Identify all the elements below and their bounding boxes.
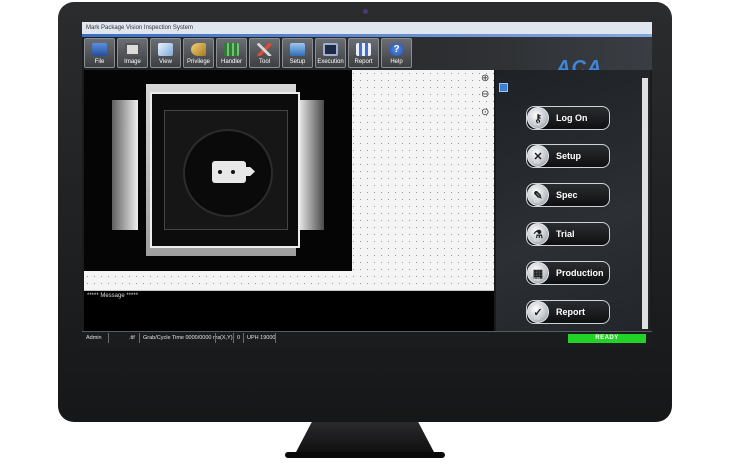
side-panel: ⚷ Log On F4 ✕ Setup F5 ✎ Spec F6 ⚗ Trial…: [496, 70, 650, 331]
status-xy: (X,Y): [220, 335, 233, 341]
menu-label: Execution: [317, 59, 344, 65]
menu-label: Privilege: [186, 59, 210, 65]
window-titlebar[interactable]: Mark Package Vision Inspection System: [82, 22, 652, 34]
view-icon: [158, 43, 173, 56]
package-well: [183, 129, 273, 217]
execution-icon: [323, 43, 338, 56]
key-icon: [191, 43, 206, 56]
help-icon: ?: [389, 43, 404, 56]
menu-setup-button[interactable]: Setup: [282, 38, 313, 68]
window-title: Mark Package Vision Inspection System: [86, 25, 193, 31]
trial-label: Trial: [556, 229, 575, 239]
logon-label: Log On: [556, 113, 588, 123]
status-divider: [275, 333, 276, 343]
fkey-label: F4: [534, 122, 540, 128]
menu-label: Help: [390, 59, 403, 65]
status-divider: [233, 333, 234, 343]
menu-file-button[interactable]: File: [84, 38, 115, 68]
ready-status-badge: READY: [568, 334, 646, 343]
image-highlight: [112, 100, 138, 230]
menu-label: Image: [124, 59, 141, 65]
fkey-label: F7: [534, 238, 540, 244]
menu-view-button[interactable]: View: [150, 38, 181, 68]
message-panel: ***** Message *****: [84, 290, 494, 331]
zoom-fit-icon[interactable]: ⊙: [481, 108, 491, 118]
setup-label: Setup: [556, 151, 582, 161]
status-divider: [108, 333, 109, 343]
monitor-stand-base: [285, 452, 445, 458]
menu-image-button[interactable]: Image: [117, 38, 148, 68]
chip-icon: [224, 43, 239, 56]
status-value: 0: [237, 335, 241, 341]
menu-label: Report: [354, 59, 373, 65]
menu-help-button[interactable]: ? Help: [381, 38, 412, 68]
zoom-in-icon[interactable]: ⊕: [481, 74, 491, 84]
menu-execution-button[interactable]: Execution: [315, 38, 346, 68]
die-tab: [243, 167, 255, 176]
zoom-out-icon[interactable]: ⊖: [481, 90, 491, 100]
webcam: [363, 9, 368, 14]
message-text: ***** Message *****: [87, 293, 139, 299]
fkey-label: F9: [534, 316, 540, 322]
panel-scrollbar[interactable]: [642, 78, 648, 329]
menu-handler-button[interactable]: Handler: [216, 38, 247, 68]
fkey-label: F6: [534, 199, 540, 205]
status-user: Admin: [86, 335, 102, 341]
package-body: [150, 92, 300, 248]
status-uph: UPH 19000: [247, 335, 276, 341]
image-viewer[interactable]: ⊕ ⊖ ⊙: [84, 70, 494, 290]
die-hole: [218, 170, 222, 174]
menu-label: Handler: [220, 59, 242, 65]
menu-label: File: [94, 59, 105, 65]
status-cycle-time: Grab/Cycle Time 0000/0000 ms: [143, 335, 221, 341]
file-icon: [92, 43, 107, 56]
menu-report-button[interactable]: Report: [348, 38, 379, 68]
report-icon: [356, 43, 371, 56]
inspection-image: [84, 70, 352, 271]
fkey-label: F5: [534, 160, 540, 166]
panel-toggle-icon[interactable]: [499, 83, 508, 92]
die-hole: [231, 170, 235, 174]
status-bar: Admin .tif Grab/Cycle Time 0000/0000 ms …: [82, 331, 652, 345]
menu-label: Setup: [289, 59, 306, 65]
image-highlight: [298, 100, 324, 230]
tools-icon: [257, 43, 272, 56]
app-window: Mark Package Vision Inspection System Fi…: [82, 22, 652, 345]
spec-label: Spec: [556, 190, 578, 200]
fkey-label: F8: [534, 277, 540, 283]
status-file: .tif: [129, 335, 135, 341]
status-divider: [215, 333, 216, 343]
setup-icon: [290, 43, 305, 56]
image-icon: [125, 43, 140, 56]
status-divider: [139, 333, 140, 343]
main-toolbar: File Image View Privilege Handler Tool S…: [82, 37, 652, 82]
menu-privilege-button[interactable]: Privilege: [183, 38, 214, 68]
production-label: Production: [556, 268, 604, 278]
menu-label: View: [159, 59, 172, 65]
package-cavity: [164, 110, 288, 230]
menu-label: Tool: [258, 59, 270, 65]
die-shape: [212, 161, 246, 183]
menu-tool-button[interactable]: Tool: [249, 38, 280, 68]
status-divider: [243, 333, 244, 343]
monitor-stand: [295, 422, 435, 454]
report-label: Report: [556, 307, 585, 317]
